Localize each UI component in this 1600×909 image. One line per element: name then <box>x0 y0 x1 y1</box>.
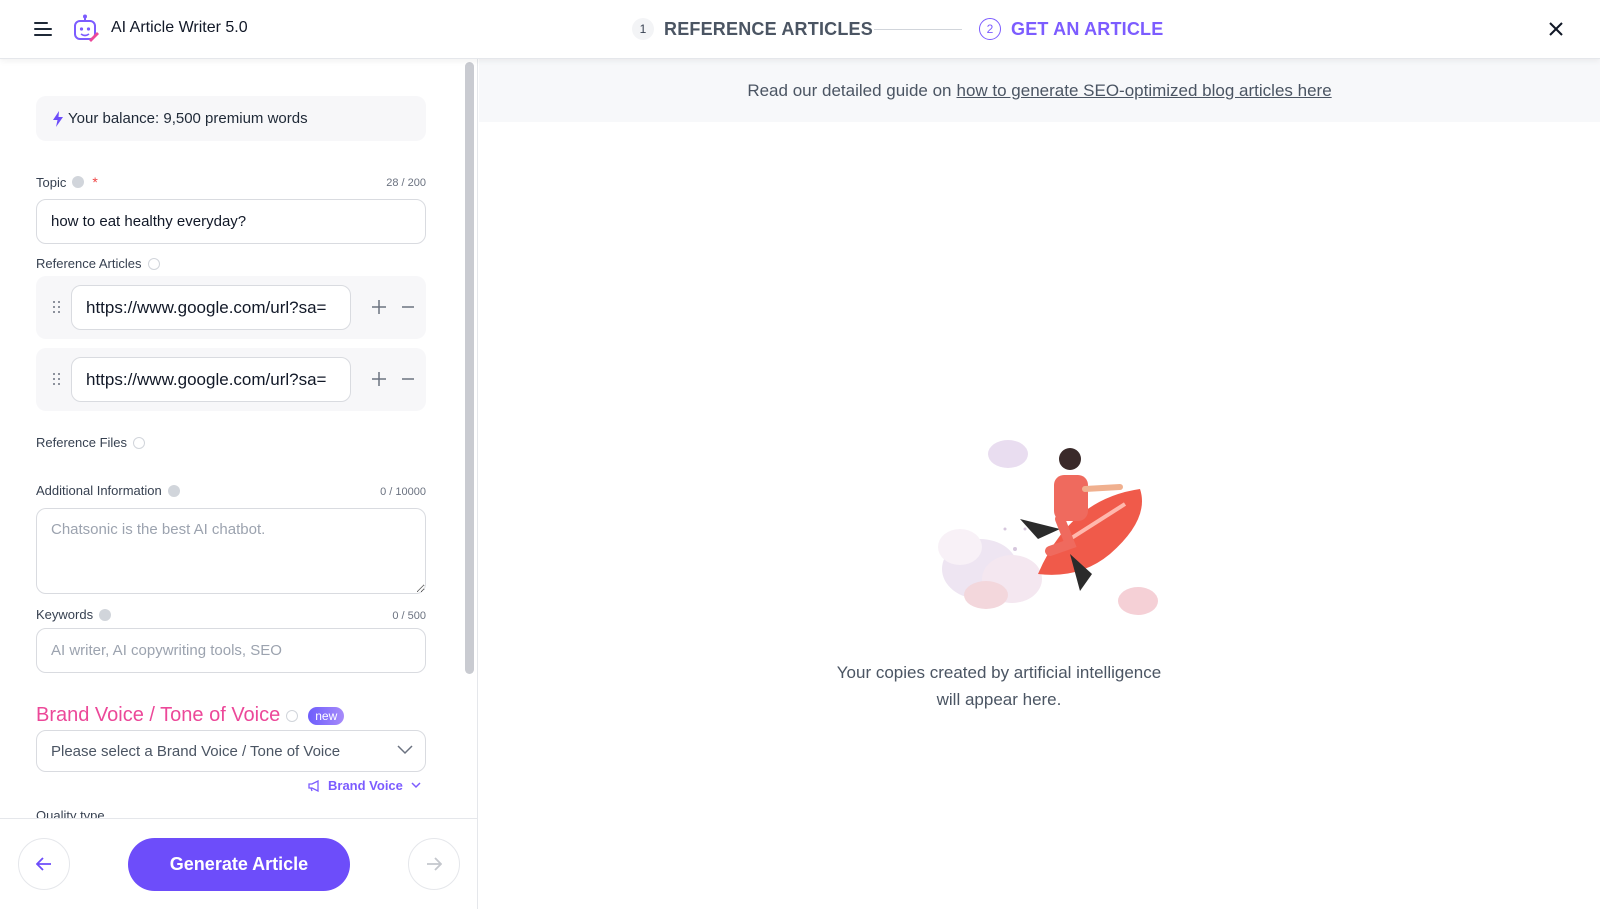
brand-voice-heading: Brand Voice / Tone of Voice new <box>36 704 345 727</box>
reference-files-label: Reference Files <box>36 435 146 450</box>
guide-banner: Read our detailed guide on how to genera… <box>479 59 1600 122</box>
info-icon[interactable] <box>133 436 146 449</box>
keywords-label: Keywords <box>36 607 112 622</box>
balance-banner: Your balance: 9,500 premium words <box>36 96 426 141</box>
plus-icon[interactable] <box>369 369 389 389</box>
reference-url-input[interactable] <box>71 357 351 402</box>
reference-files-label-text: Reference Files <box>36 435 128 450</box>
additional-info-label-text: Additional Information <box>36 483 162 498</box>
step-label: REFERENCE ARTICLES <box>664 18 873 39</box>
guide-text: Read our detailed guide on <box>747 80 952 100</box>
step-get-an-article[interactable]: 2 GET AN ARTICLE <box>979 17 1163 41</box>
guide-link[interactable]: how to generate SEO-optimized blog artic… <box>957 81 1332 101</box>
additional-info-label: Additional Information <box>36 483 180 498</box>
empty-state-line: will appear here. <box>936 690 1062 709</box>
brand-voice-title: Brand Voice / Tone of Voice <box>36 704 281 726</box>
additional-info-counter: 0 / 10000 <box>380 486 426 498</box>
reference-article-row <box>36 348 426 411</box>
rocket-illustration <box>938 440 1158 615</box>
close-icon[interactable] <box>1545 18 1567 40</box>
brand-voice-select[interactable]: Please select a Brand Voice / Tone of Vo… <box>36 730 426 772</box>
app-title: AI Article Writer 5.0 <box>111 19 248 36</box>
brand-voice-link-text: Brand Voice <box>328 778 403 793</box>
reference-articles-label-text: Reference Articles <box>36 256 142 271</box>
info-icon[interactable] <box>99 608 112 621</box>
new-badge: new <box>308 706 345 725</box>
back-button[interactable] <box>18 838 70 890</box>
step-reference-articles[interactable]: 1 REFERENCE ARTICLES <box>632 17 873 41</box>
step-number: 2 <box>979 18 1001 40</box>
drag-handle-icon[interactable] <box>53 373 61 387</box>
minus-icon[interactable] <box>398 369 418 389</box>
info-icon[interactable] <box>167 484 180 497</box>
lightning-icon <box>53 110 63 127</box>
keywords-label-text: Keywords <box>36 607 94 622</box>
brand-voice-link[interactable]: Brand Voice <box>308 778 421 793</box>
plus-icon[interactable] <box>369 297 389 317</box>
step-connector <box>874 29 962 30</box>
reference-article-row <box>36 276 426 339</box>
form-scrollbar[interactable] <box>465 62 474 674</box>
arrow-left-icon <box>36 857 51 871</box>
minus-icon[interactable] <box>398 297 418 317</box>
article-form-panel: Your balance: 9,500 premium words Topic … <box>0 59 478 909</box>
output-panel: Read our detailed guide on how to genera… <box>479 59 1600 909</box>
app-logo-icon <box>74 14 99 42</box>
reference-url-input[interactable] <box>71 285 351 330</box>
step-label: GET AN ARTICLE <box>1011 18 1164 39</box>
generate-article-button[interactable]: Generate Article <box>128 838 350 891</box>
reference-articles-label: Reference Articles <box>36 256 160 271</box>
chevron-down-icon <box>397 745 413 755</box>
form-action-bar: Generate Article <box>0 818 477 909</box>
topic-counter: 28 / 200 <box>386 177 426 189</box>
topic-label-text: Topic <box>36 174 67 190</box>
required-marker: * <box>92 174 98 190</box>
step-number: 1 <box>632 18 654 40</box>
hamburger-menu-icon[interactable] <box>34 19 54 39</box>
empty-state-line: Your copies created by artificial intell… <box>836 663 1162 682</box>
additional-info-textarea[interactable] <box>36 508 426 594</box>
megaphone-icon <box>308 779 319 792</box>
info-icon[interactable] <box>147 257 160 270</box>
chevron-down-icon <box>411 782 421 789</box>
info-icon[interactable] <box>72 176 85 188</box>
top-header: AI Article Writer 5.0 1 REFERENCE ARTICL… <box>0 0 1600 59</box>
info-icon[interactable] <box>286 709 299 722</box>
topic-label: Topic * <box>36 174 98 190</box>
brand-voice-select-value: Please select a Brand Voice / Tone of Vo… <box>51 742 341 760</box>
keywords-input[interactable] <box>36 628 426 673</box>
topic-input[interactable] <box>36 199 426 244</box>
drag-handle-icon[interactable] <box>53 301 61 315</box>
arrow-right-icon <box>427 857 442 871</box>
next-button[interactable] <box>408 838 460 890</box>
keywords-counter: 0 / 500 <box>392 610 426 622</box>
empty-state-message: Your copies created by artificial intell… <box>819 659 1179 713</box>
balance-text: Your balance: 9,500 premium words <box>68 110 308 127</box>
